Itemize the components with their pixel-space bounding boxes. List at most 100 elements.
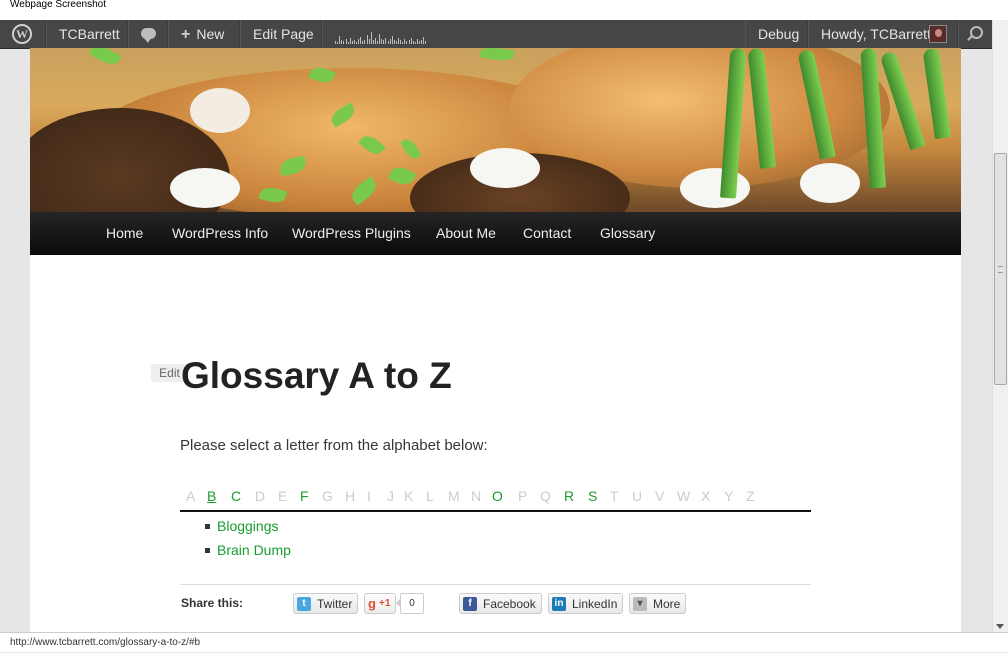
account-menu[interactable]: Howdy, TCBarrett (808, 20, 958, 48)
alphabet-letter-q: Q (540, 488, 551, 504)
alphabet-letter-a: A (186, 488, 196, 504)
intro-text: Please select a letter from the alphabet… (180, 437, 488, 454)
sparkline-bar (351, 41, 353, 44)
sparkline-bar (416, 39, 418, 44)
alphabet-letter-f[interactable]: F (300, 487, 309, 505)
nav-home[interactable]: Home (106, 212, 143, 255)
share-more-button[interactable]: ▾ More (629, 593, 687, 614)
status-bar-url: http://www.tcbarrett.com/glossary-a-to-z… (0, 632, 1008, 652)
stats-sparkline[interactable] (322, 20, 440, 48)
more-label: More (653, 597, 681, 611)
sparkline-bar (414, 42, 416, 44)
sparkline-bar (345, 39, 347, 44)
sparkline-bar (370, 32, 372, 44)
alphabet-letter-t: T (610, 488, 619, 504)
header-image[interactable] (30, 48, 961, 212)
sparkline-bar (400, 40, 402, 44)
glossary-term-list: Bloggings Brain Dump (205, 514, 291, 562)
sparkline-bar (337, 42, 339, 44)
site-name-link[interactable]: TCBarrett (46, 20, 128, 48)
sparkline-bar (387, 41, 389, 44)
sparkline-bar (372, 40, 374, 44)
alphabet-letter-h: H (345, 488, 356, 504)
glossary-term-link[interactable]: Bloggings (205, 514, 291, 538)
alphabet-index: ABCDEFGHIJKLMNOPQRSTUVWXYZ (180, 487, 811, 512)
sparkline-bar (419, 41, 420, 44)
sparkline-icon (335, 30, 430, 44)
alphabet-letter-c[interactable]: C (231, 487, 241, 505)
comment-bubble-icon (141, 28, 156, 43)
alphabet-letter-e: E (278, 488, 288, 504)
alphabet-letter-x: X (701, 488, 711, 504)
alphabet-letter-p: P (518, 488, 528, 504)
alphabet-letter-o[interactable]: O (492, 487, 503, 505)
grip-icon (998, 266, 1003, 273)
share-facebook-button[interactable]: f Facebook (459, 593, 542, 614)
google-plus-count: 0 (396, 593, 424, 614)
alphabet-letter-k: K (404, 488, 414, 504)
sparkline-bar (412, 41, 414, 44)
sparkline-bar (368, 39, 370, 44)
scrollbar-thumb[interactable] (994, 153, 1007, 385)
sparkline-bar (364, 40, 366, 44)
nav-about-me[interactable]: About Me (436, 212, 496, 255)
new-label: New (196, 26, 225, 42)
share-divider (180, 584, 811, 585)
nav-contact[interactable]: Contact (523, 212, 571, 255)
admin-search-button[interactable] (958, 20, 992, 48)
sparkline-bar (389, 39, 391, 44)
sparkline-bar (366, 35, 368, 44)
sparkline-bar (335, 41, 336, 44)
sparkline-bar (421, 40, 423, 44)
vertical-scrollbar[interactable] (992, 20, 1008, 632)
google-plus-icon: g (368, 596, 376, 611)
alphabet-letter-w: W (677, 488, 691, 504)
share-twitter-button[interactable]: t Twitter (293, 593, 359, 614)
page-title: Glossary A to Z (181, 355, 452, 396)
sparkline-bar (423, 37, 425, 44)
google-plus-label: +1 (379, 598, 391, 609)
sparkline-bar (341, 40, 343, 44)
wordpress-logo-menu[interactable]: W (0, 20, 46, 48)
facebook-label: Facebook (483, 597, 536, 611)
alphabet-letter-z: Z (746, 488, 755, 504)
main-navigation: Home WordPress Info WordPress Plugins Ab… (30, 212, 961, 255)
sparkline-bar (391, 36, 393, 44)
google-plus-button[interactable]: g +1 (364, 593, 396, 614)
share-label: Share this: (181, 596, 244, 610)
page-container: Home WordPress Info WordPress Plugins Ab… (30, 48, 961, 632)
alphabet-letter-u: U (632, 488, 643, 504)
twitter-icon: t (297, 597, 311, 611)
sparkline-bar (425, 41, 427, 44)
sparkline-bar (362, 41, 364, 44)
glossary-term-link[interactable]: Brain Dump (205, 538, 291, 562)
sparkline-bar (347, 42, 349, 44)
alphabet-letter-b[interactable]: B (207, 487, 216, 505)
alphabet-letter-j: J (387, 488, 394, 504)
edit-page-link[interactable]: Edit Page (240, 20, 322, 48)
sparkline-bar (358, 39, 360, 44)
sparkline-bar (383, 40, 385, 44)
debug-menu[interactable]: Debug (745, 20, 808, 48)
alphabet-letter-s[interactable]: S (588, 487, 597, 505)
alphabet-letter-y: Y (724, 488, 734, 504)
sparkline-bar (343, 41, 345, 44)
search-icon (970, 26, 983, 39)
alphabet-letter-r[interactable]: R (564, 487, 574, 505)
new-content-menu[interactable]: + New (168, 20, 240, 48)
share-linkedin-button[interactable]: in LinkedIn (548, 593, 624, 614)
alphabet-letter-d: D (255, 488, 266, 504)
more-icon: ▾ (633, 597, 647, 611)
nav-wordpress-plugins[interactable]: WordPress Plugins (292, 212, 411, 255)
alphabet-letter-n: N (471, 488, 482, 504)
nav-glossary[interactable]: Glossary (600, 212, 655, 255)
scroll-down-arrow-icon[interactable] (996, 624, 1004, 629)
nav-wordpress-info[interactable]: WordPress Info (172, 212, 268, 255)
linkedin-label: LinkedIn (572, 597, 618, 611)
alphabet-letter-v: V (655, 488, 665, 504)
comments-link[interactable] (128, 20, 168, 48)
window-title: Webpage Screenshot (0, 0, 1008, 20)
plus-icon: + (181, 26, 191, 43)
sparkline-bar (406, 41, 408, 44)
sparkline-bar (408, 40, 410, 44)
